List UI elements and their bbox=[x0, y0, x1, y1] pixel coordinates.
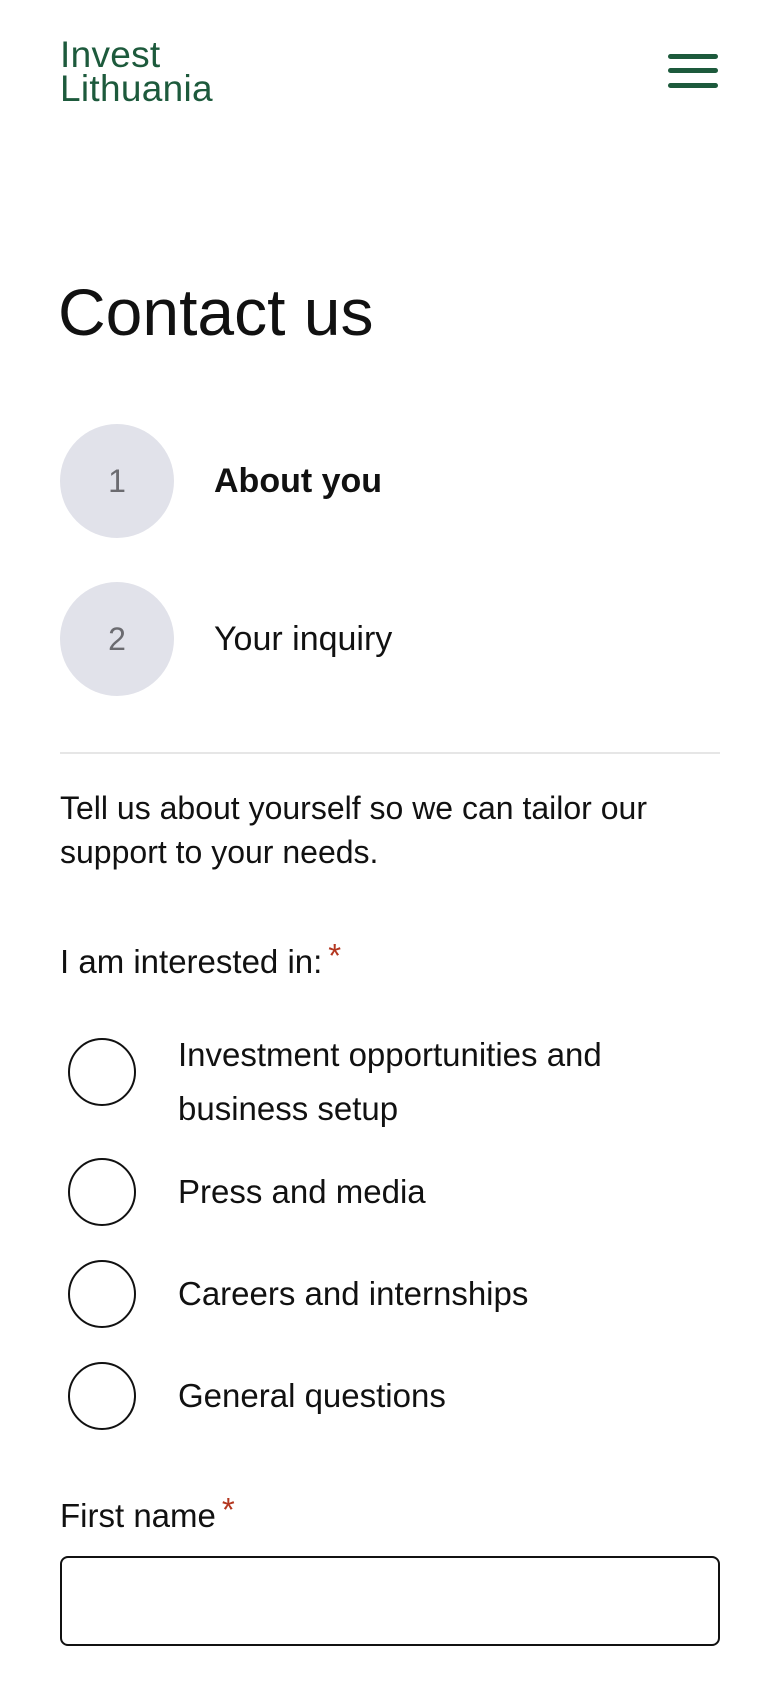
step-number: 2 bbox=[60, 582, 174, 696]
radio-button[interactable] bbox=[68, 1158, 136, 1226]
interest-label-text: I am interested in: bbox=[60, 943, 323, 980]
required-asterisk: * bbox=[328, 937, 342, 974]
step-label: About you bbox=[214, 462, 383, 500]
option-label[interactable]: Press and media bbox=[178, 1165, 718, 1219]
page-title: Contact us bbox=[58, 275, 374, 349]
site-header: Invest Lithuania bbox=[0, 0, 780, 150]
logo-line-1: Invest bbox=[60, 34, 161, 75]
radio-button[interactable] bbox=[68, 1260, 136, 1328]
radio-button[interactable] bbox=[68, 1038, 136, 1106]
logo-line-2: Lithuania bbox=[60, 68, 213, 109]
required-asterisk: * bbox=[221, 1491, 235, 1528]
radio-button[interactable] bbox=[68, 1362, 136, 1430]
hamburger-menu-icon[interactable] bbox=[664, 48, 720, 96]
option-label[interactable]: Investment opportunities and business se… bbox=[178, 1028, 718, 1136]
first-name-label: First name * bbox=[60, 1491, 235, 1538]
menu-bar bbox=[668, 68, 718, 73]
option-investment[interactable]: Investment opportunities and business se… bbox=[68, 1028, 720, 1148]
step-number: 1 bbox=[60, 424, 174, 538]
option-careers[interactable]: Careers and internships bbox=[68, 1260, 720, 1332]
intro-text: Tell us about yourself so we can tailor … bbox=[60, 790, 647, 870]
option-general-questions[interactable]: General questions bbox=[68, 1362, 720, 1434]
invest-lithuania-logo[interactable]: Invest Lithuania bbox=[60, 34, 213, 109]
option-label[interactable]: General questions bbox=[178, 1369, 718, 1423]
step-your-inquiry: 2 Your inquiry bbox=[60, 582, 720, 696]
menu-bar bbox=[668, 83, 718, 88]
option-press-media[interactable]: Press and media bbox=[68, 1158, 720, 1230]
first-name-input[interactable] bbox=[60, 1556, 720, 1646]
step-label: Your inquiry bbox=[214, 620, 393, 658]
menu-bar bbox=[668, 54, 718, 59]
option-label[interactable]: Careers and internships bbox=[178, 1267, 718, 1321]
interest-label: I am interested in: * bbox=[60, 937, 342, 984]
step-about-you: 1 About you bbox=[60, 424, 720, 538]
first-name-label-text: First name bbox=[60, 1497, 216, 1534]
section-divider bbox=[60, 752, 720, 754]
